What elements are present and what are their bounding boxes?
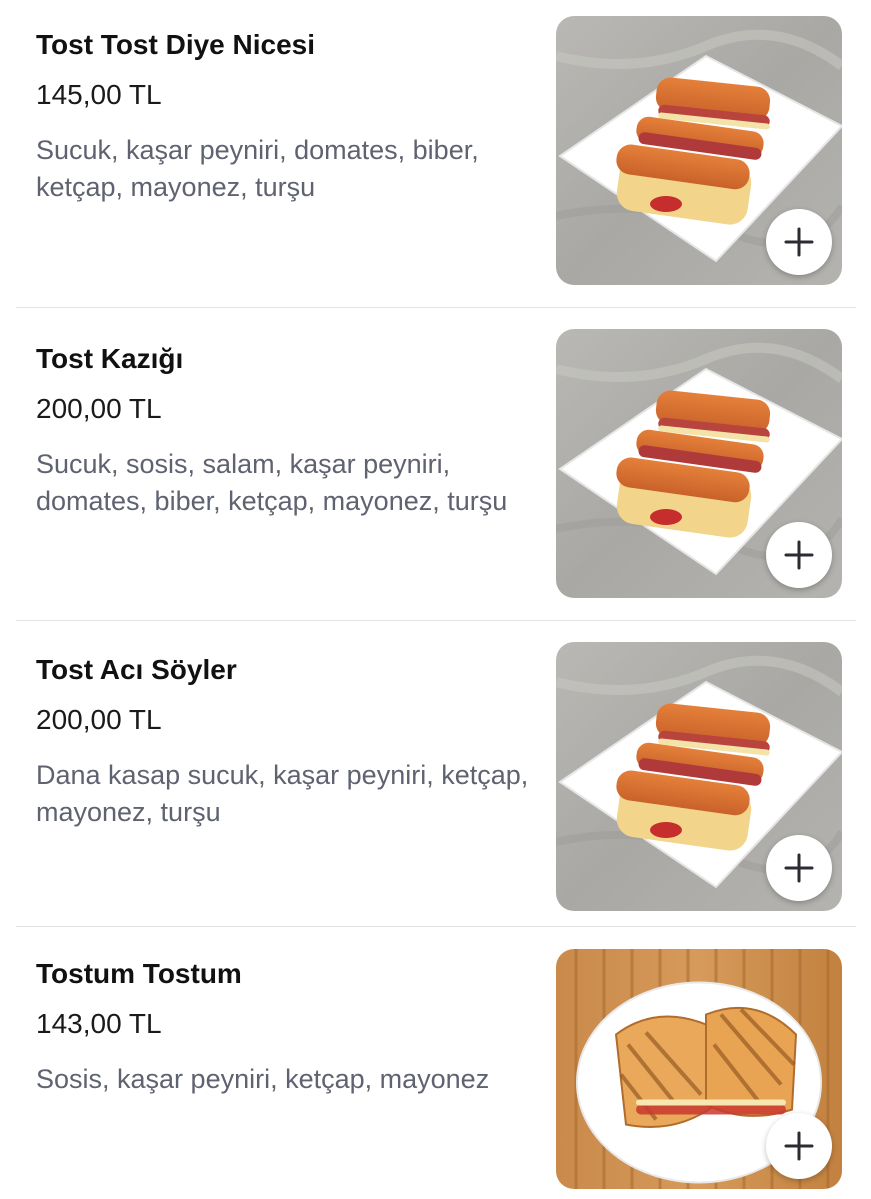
menu-item-text: Tostum Tostum 143,00 TL Sosis, kaşar pey… [36, 957, 546, 1098]
menu-item-name: Tost Kazığı [36, 343, 184, 374]
menu-item-description: Sucuk, sosis, salam, kaşar peyniri, doma… [36, 449, 508, 516]
menu-item[interactable]: Tostum Tostum 143,00 TL Sosis, kaşar pey… [16, 927, 856, 1199]
menu-item-image[interactable] [556, 16, 842, 285]
menu-item-text: Tost Kazığı 200,00 TL Sucuk, sosis, sala… [36, 342, 546, 520]
menu-item-price: 145,00 TL [36, 79, 162, 110]
menu-item-description: Sucuk, kaşar peyniri, domates, biber, ke… [36, 135, 479, 202]
menu-item-price: 143,00 TL [36, 1008, 162, 1039]
menu-item[interactable]: Tost Tost Diye Nicesi 145,00 TL Sucuk, k… [16, 0, 856, 308]
menu-item-description: Sosis, kaşar peyniri, ketçap, mayonez [36, 1064, 490, 1094]
plus-icon [784, 227, 814, 257]
plus-icon [784, 1131, 814, 1161]
plus-icon [784, 853, 814, 883]
menu-item-price: 200,00 TL [36, 393, 162, 424]
add-to-cart-button[interactable] [766, 209, 832, 275]
menu-item-price: 200,00 TL [36, 704, 162, 735]
menu-item-image[interactable] [556, 642, 842, 911]
menu-item-description: Dana kasap sucuk, kaşar peyniri, ketçap,… [36, 760, 529, 827]
add-to-cart-button[interactable] [766, 835, 832, 901]
menu-item[interactable]: Tost Acı Söyler 200,00 TL Dana kasap suc… [16, 621, 856, 927]
menu-item-image[interactable] [556, 329, 842, 598]
menu-item-name: Tostum Tostum [36, 958, 242, 989]
add-to-cart-button[interactable] [766, 1113, 832, 1179]
plus-icon [784, 540, 814, 570]
menu-list: Tost Tost Diye Nicesi 145,00 TL Sucuk, k… [0, 0, 871, 1199]
menu-item[interactable]: Tost Kazığı 200,00 TL Sucuk, sosis, sala… [16, 308, 856, 621]
add-to-cart-button[interactable] [766, 522, 832, 588]
menu-item-name: Tost Tost Diye Nicesi [36, 29, 316, 60]
menu-item-text: Tost Tost Diye Nicesi 145,00 TL Sucuk, k… [36, 28, 546, 206]
menu-item-image[interactable] [556, 949, 842, 1189]
menu-item-name: Tost Acı Söyler [36, 654, 237, 685]
menu-item-text: Tost Acı Söyler 200,00 TL Dana kasap suc… [36, 653, 546, 831]
